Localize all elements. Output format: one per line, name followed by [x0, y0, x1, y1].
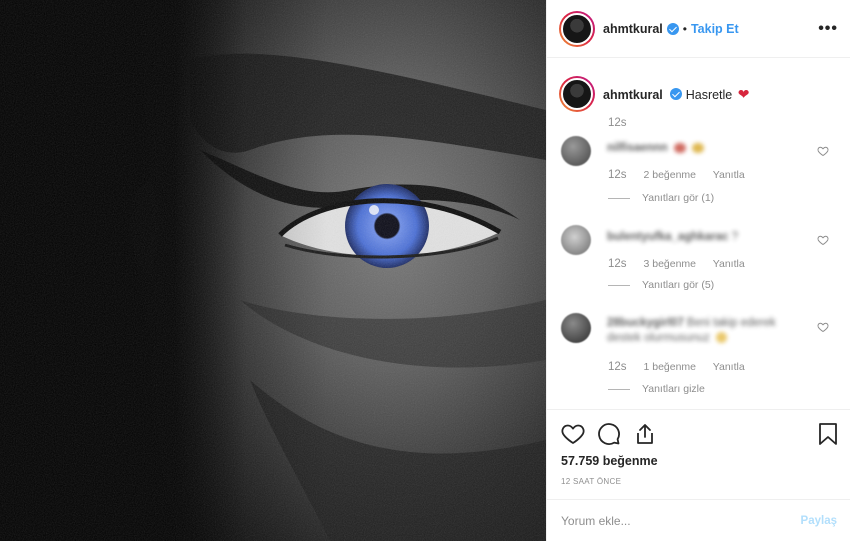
commenter-username: nilfisaennn	[607, 142, 668, 154]
post-photo[interactable]	[0, 0, 546, 541]
comment-likes[interactable]: 3 beğenme	[643, 258, 696, 270]
post-actions: 57.759 beğenme 12 SAAT ÖNCE	[547, 409, 850, 499]
comment-text: Beni takip ederek	[686, 317, 776, 329]
separator-dot: •	[682, 21, 687, 36]
replies-divider	[608, 284, 630, 286]
verified-badge-icon	[670, 87, 683, 100]
like-comment-heart-icon[interactable]	[817, 234, 829, 246]
comment-time: 12s	[608, 169, 627, 181]
post-caption: ahmtkural Hasretle ❤	[559, 76, 749, 112]
replies-divider	[608, 388, 630, 390]
comment-composer: Paylaş	[547, 499, 850, 541]
commenter-avatar[interactable]	[561, 225, 591, 255]
caption-time: 12s	[608, 117, 627, 129]
comment-bubble-icon[interactable]	[597, 422, 621, 446]
comment-input[interactable]	[561, 513, 801, 528]
commenter-username: 28buckygirl07	[607, 317, 684, 329]
post-sidebar: ahmtkural • Takip Et ••• ahmtkural Hasre…	[546, 0, 850, 541]
caption-avatar[interactable]	[559, 76, 595, 112]
author-username[interactable]: ahmtkural	[603, 22, 663, 36]
comment-text: ?	[731, 231, 739, 243]
comment-text-continued: destek olurmusunuz	[607, 332, 710, 344]
likes-count[interactable]: 57.759 beğenme	[561, 454, 658, 468]
hide-replies-button[interactable]: Yanıtları gizle	[608, 383, 705, 395]
lips-emoji	[673, 142, 686, 153]
like-comment-heart-icon[interactable]	[817, 321, 829, 333]
post-comment-button[interactable]: Paylaş	[801, 515, 837, 527]
reply-button[interactable]: Yanıtla	[713, 169, 745, 181]
face-closeup-image	[0, 0, 546, 541]
commenter-avatar[interactable]	[561, 136, 591, 166]
commenter-avatar[interactable]	[561, 313, 591, 343]
view-replies-label: Yanıtları gör (5)	[642, 279, 715, 291]
comment-time: 12s	[608, 361, 627, 373]
author-avatar[interactable]	[559, 10, 595, 47]
caption-username[interactable]: ahmtkural	[603, 88, 663, 102]
smile-emoji	[716, 332, 728, 344]
comment-likes[interactable]: 1 beğenme	[643, 361, 696, 373]
instagram-post: ahmtkural • Takip Et ••• ahmtkural Hasre…	[0, 0, 850, 541]
view-replies-button[interactable]: Yanıtları gör (5)	[608, 279, 714, 291]
heart-outline-icon[interactable]	[561, 422, 585, 446]
view-replies-button[interactable]: Yanıtları gör (1)	[608, 192, 714, 204]
more-options-icon[interactable]: •••	[818, 20, 838, 38]
praying-emoji	[692, 142, 705, 153]
bookmark-icon[interactable]	[817, 422, 839, 446]
reply-button[interactable]: Yanıtla	[713, 361, 745, 373]
commenter-username: bulentyufka_aghkarac	[607, 231, 729, 243]
post-timestamp: 12 SAAT ÖNCE	[561, 477, 622, 486]
reply-button[interactable]: Yanıtla	[713, 258, 745, 270]
hide-replies-label: Yanıtları gizle	[642, 383, 705, 395]
comment-likes[interactable]: 2 beğenme	[643, 169, 696, 181]
replies-divider	[608, 197, 630, 199]
post-header: ahmtkural • Takip Et •••	[547, 0, 850, 58]
comment-time: 12s	[608, 258, 627, 270]
view-replies-label: Yanıtları gör (1)	[642, 192, 715, 204]
like-comment-heart-icon[interactable]	[817, 145, 829, 157]
follow-button[interactable]: Takip Et	[691, 22, 739, 36]
verified-badge-icon	[666, 22, 679, 35]
red-heart-emoji: ❤	[737, 85, 750, 102]
caption-text: Hasretle	[685, 87, 733, 102]
share-icon[interactable]	[633, 422, 657, 446]
